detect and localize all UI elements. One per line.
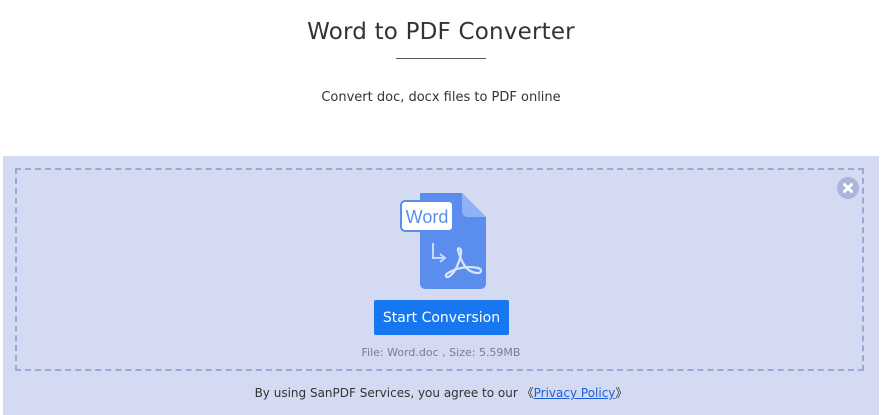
upload-panel: Word Start Conversion File: Word.doc , S… — [3, 156, 879, 415]
converter-page: Word to PDF Converter Convert doc, docx … — [0, 0, 882, 415]
file-name: File: Word.doc — [361, 346, 439, 359]
privacy-policy-link[interactable]: Privacy Policy — [534, 386, 616, 400]
title-underline — [396, 58, 486, 59]
start-conversion-button[interactable]: Start Conversion — [374, 300, 509, 335]
page-subtitle: Convert doc, docx files to PDF online — [321, 90, 561, 105]
consent-text: By using SanPDF Services, you agree to o… — [254, 386, 522, 400]
close-icon — [843, 183, 853, 193]
file-type-badge: Word — [406, 207, 449, 227]
terms-consent: By using SanPDF Services, you agree to o… — [3, 384, 879, 401]
bracket-close: 》 — [615, 386, 628, 400]
page-title: Word to PDF Converter — [307, 19, 575, 45]
file-info-separator: , — [438, 346, 450, 359]
file-info: File: Word.doc , Size: 5.59MB — [3, 346, 879, 359]
file-size: Size: 5.59MB — [449, 346, 521, 359]
remove-file-button[interactable] — [837, 177, 859, 199]
bracket-open: 《 — [521, 386, 534, 400]
word-to-pdf-file-icon: Word — [400, 193, 486, 289]
